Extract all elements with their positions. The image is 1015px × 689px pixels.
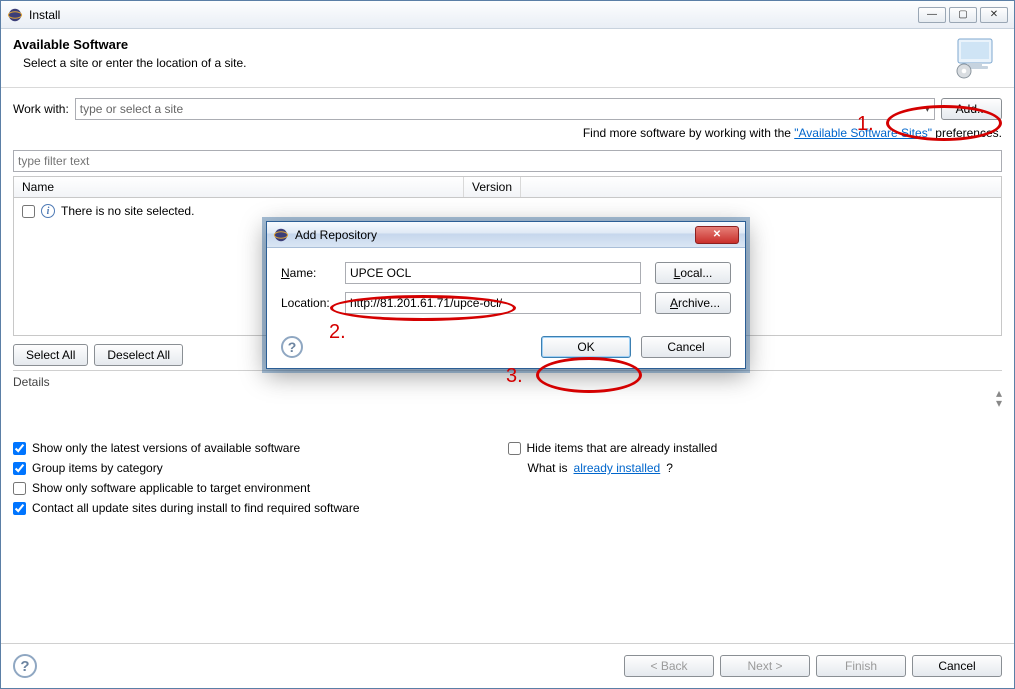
archive-button[interactable]: Archive... <box>655 292 731 314</box>
details-body: ▴▾ <box>13 389 1002 429</box>
empty-message: There is no site selected. <box>61 204 194 218</box>
add-button[interactable]: Add... <box>941 98 1002 120</box>
minimize-button[interactable]: — <box>918 7 946 23</box>
deselect-all-button[interactable]: Deselect All <box>94 344 183 366</box>
add-repository-dialog: Add Repository ✕ Name: Local... Location… <box>266 221 746 369</box>
page-subtitle: Select a site or enter the location of a… <box>13 56 952 70</box>
info-icon: i <box>41 204 55 218</box>
window-title: Install <box>29 8 60 22</box>
chevron-down-icon: ▾ <box>925 104 930 115</box>
details-label: Details <box>13 375 1002 389</box>
install-banner-icon <box>952 37 1002 79</box>
finish-button[interactable]: Finish <box>816 655 906 677</box>
target-env-checkbox[interactable] <box>13 482 26 495</box>
show-latest-checkbox[interactable] <box>13 442 26 455</box>
column-name[interactable]: Name <box>14 177 464 197</box>
work-with-placeholder: type or select a site <box>80 102 183 116</box>
work-with-combo[interactable]: type or select a site ▾ <box>75 98 935 120</box>
wizard-footer: ? < Back Next > Finish Cancel <box>1 643 1014 688</box>
cancel-button[interactable]: Cancel <box>912 655 1002 677</box>
ok-button[interactable]: OK <box>541 336 631 358</box>
available-sites-link[interactable]: "Available Software Sites" <box>794 126 932 140</box>
local-button[interactable]: Local... <box>655 262 731 284</box>
help-icon[interactable]: ? <box>13 654 37 678</box>
hide-installed-checkbox[interactable] <box>508 442 521 455</box>
install-window: Install — ▢ ✕ Available Software Select … <box>0 0 1015 689</box>
software-table-header: Name Version <box>13 176 1002 198</box>
location-input[interactable] <box>345 292 641 314</box>
dialog-help-icon[interactable]: ? <box>281 336 303 358</box>
row-checkbox[interactable] <box>22 205 35 218</box>
option-hide-installed[interactable]: Hide items that are already installed <box>508 441 1003 455</box>
work-with-label: Work with: <box>13 102 69 116</box>
location-label: Location: <box>281 296 337 310</box>
sites-hint: Find more software by working with the "… <box>13 126 1002 140</box>
work-with-row: Work with: type or select a site ▾ Add..… <box>13 98 1002 120</box>
dialog-footer: ? OK Cancel <box>281 336 731 358</box>
details-section: Details ▴▾ <box>13 370 1002 429</box>
eclipse-icon <box>273 227 289 243</box>
table-row: i There is no site selected. <box>22 202 993 220</box>
option-group-category[interactable]: Group items by category <box>13 461 508 475</box>
options-grid: Show only the latest versions of availab… <box>13 441 1002 515</box>
already-installed-hint: What is already installed? <box>508 461 1003 475</box>
eclipse-icon <box>7 7 23 23</box>
dialog-title: Add Repository <box>295 228 377 242</box>
name-row: Name: Local... <box>281 262 731 284</box>
filter-input[interactable] <box>13 150 1002 172</box>
window-controls: — ▢ ✕ <box>918 7 1008 23</box>
next-button[interactable]: Next > <box>720 655 810 677</box>
wizard-header: Available Software Select a site or ente… <box>1 29 1014 88</box>
details-scroll-icon[interactable]: ▴▾ <box>996 389 1002 429</box>
dialog-cancel-button[interactable]: Cancel <box>641 336 731 358</box>
name-input[interactable] <box>345 262 641 284</box>
select-all-button[interactable]: Select All <box>13 344 88 366</box>
contact-sites-checkbox[interactable] <box>13 502 26 515</box>
group-category-checkbox[interactable] <box>13 462 26 475</box>
name-label: Name: <box>281 266 337 280</box>
page-title: Available Software <box>13 37 952 52</box>
back-button[interactable]: < Back <box>624 655 714 677</box>
dialog-titlebar: Add Repository ✕ <box>267 222 745 248</box>
option-target-env[interactable]: Show only software applicable to target … <box>13 481 508 495</box>
already-installed-link[interactable]: already installed <box>574 461 661 475</box>
option-show-latest[interactable]: Show only the latest versions of availab… <box>13 441 508 455</box>
location-row: Location: Archive... <box>281 292 731 314</box>
dialog-close-button[interactable]: ✕ <box>695 226 739 244</box>
maximize-button[interactable]: ▢ <box>949 7 977 23</box>
column-version[interactable]: Version <box>464 177 521 197</box>
option-contact-sites[interactable]: Contact all update sites during install … <box>13 501 1002 515</box>
close-window-button[interactable]: ✕ <box>980 7 1008 23</box>
titlebar: Install — ▢ ✕ <box>1 1 1014 29</box>
